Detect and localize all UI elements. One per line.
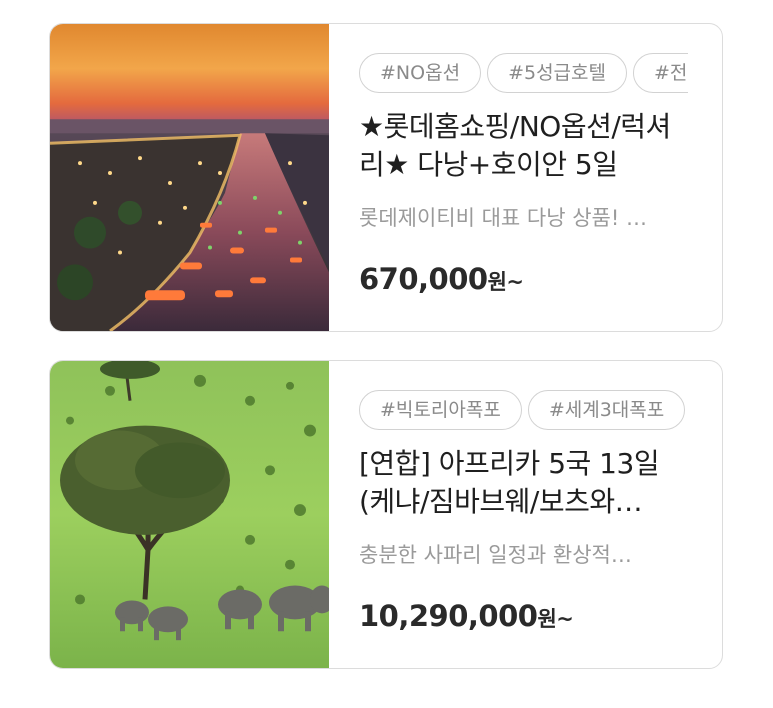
price-amount: 670,000: [359, 262, 488, 296]
tag-chip[interactable]: #전: [633, 53, 688, 93]
tag-list: #빅토리아폭포 #세계3대폭포: [359, 390, 688, 434]
tag-chip[interactable]: #5성급호텔: [487, 53, 627, 93]
product-image-hoian[interactable]: [50, 24, 329, 331]
tag-list: #NO옵션 #5성급호텔 #전: [359, 53, 688, 97]
product-description: 충분한 사파리 일정과 환상적…: [359, 543, 632, 567]
product-info: #빅토리아폭포 #세계3대폭포 [연합] 아프리카 5국 13일 (케냐/짐바브웨…: [359, 361, 722, 668]
product-card[interactable]: #빅토리아폭포 #세계3대폭포 [연합] 아프리카 5국 13일 (케냐/짐바브웨…: [49, 360, 723, 669]
price-unit: 원~: [537, 607, 574, 631]
product-title[interactable]: ★롯데홈쇼핑/NO옵션/럭셔리★ 다낭+호이안 5일: [359, 108, 688, 184]
product-list: #NO옵션 #5성급호텔 #전 ★롯데홈쇼핑/NO옵션/럭셔리★ 다낭+호이안 5일…: [0, 0, 773, 708]
tag-chip[interactable]: #세계3대폭포: [527, 390, 686, 430]
product-card[interactable]: #NO옵션 #5성급호텔 #전 ★롯데홈쇼핑/NO옵션/럭셔리★ 다낭+호이안 5일…: [49, 23, 723, 332]
price-amount: 10,290,000: [359, 599, 538, 633]
tag-chip[interactable]: #빅토리아폭포: [359, 390, 522, 430]
product-info: #NO옵션 #5성급호텔 #전 ★롯데홈쇼핑/NO옵션/럭셔리★ 다낭+호이안 5일…: [359, 24, 722, 331]
product-price: 10,290,000원~: [359, 599, 574, 633]
product-price: 670,000원~: [359, 262, 524, 296]
price-unit: 원~: [487, 270, 524, 294]
product-description: 롯데제이티비 대표 다낭 상품! …: [359, 206, 647, 230]
product-image-africa[interactable]: [50, 361, 329, 668]
hoian-night-river-image: [50, 24, 329, 331]
product-title[interactable]: [연합] 아프리카 5국 13일 (케냐/짐바브웨/보츠와…: [359, 445, 688, 521]
tag-chip[interactable]: #NO옵션: [359, 53, 482, 93]
savanna-elephants-image: [50, 361, 329, 668]
